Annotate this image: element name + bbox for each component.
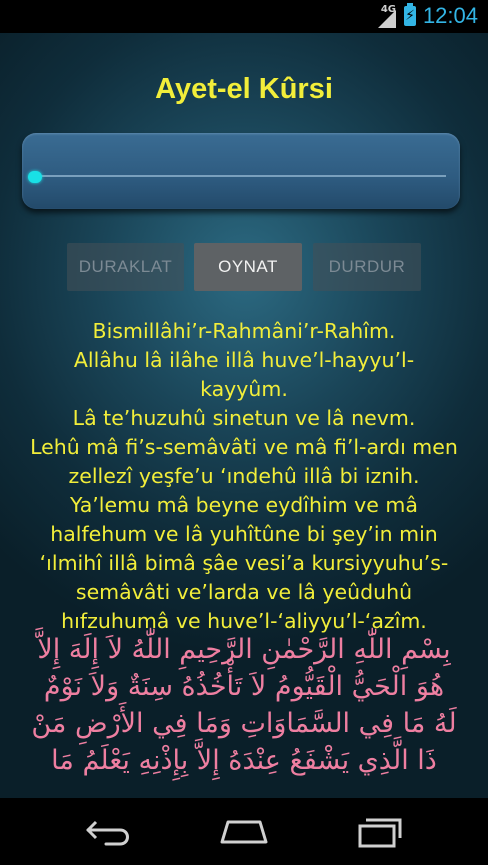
seek-panel — [22, 133, 460, 209]
seek-track[interactable] — [36, 175, 446, 177]
pause-button[interactable]: DURAKLAT — [67, 243, 184, 291]
latin-transliteration: Bismillâhi’r-Rahmâni’r-Rahîm. Allâhu lâ … — [10, 317, 478, 636]
latin-line: ‘ılmihî illâ bimâ şâe vesi’a kursiyyuhu’… — [39, 551, 449, 575]
latin-line: Lehû mâ fi’s-semâvâti ve mâ fi’l-ardı me… — [30, 435, 458, 459]
page-title: Ayet-el Kûrsi — [155, 73, 333, 105]
latin-line: Allâhu lâ ilâhe illâ huve’l-hayyu’l- — [73, 348, 415, 372]
latin-line: Ya’lemu mâ beyne eydîhim ve mâ — [70, 493, 418, 517]
back-button[interactable] — [70, 808, 150, 854]
navigation-bar — [0, 798, 488, 865]
status-time: 12:04 — [422, 3, 478, 28]
home-icon — [220, 820, 268, 844]
status-bar: 4G ⚡ 12:04 — [0, 0, 488, 33]
arabic-line: بِسْمِ اللّٰهِ الرَّحْمٰنِ الرَّحِيمِ ال… — [37, 634, 451, 665]
home-button[interactable] — [204, 808, 284, 854]
latin-line: Bismillâhi’r-Rahmâni’r-Rahîm. — [92, 319, 396, 343]
back-icon — [86, 820, 129, 846]
signal-icon — [378, 10, 396, 28]
recent-apps-button[interactable] — [338, 808, 418, 854]
arabic-text: بِسْمِ اللّٰهِ الرَّحْمٰنِ الرَّحِيمِ ال… — [8, 631, 480, 779]
recent-apps-icon — [358, 818, 402, 848]
seek-thumb[interactable] — [28, 171, 42, 183]
latin-line: kayyûm. — [200, 377, 288, 401]
arabic-line: هُوَ الْحَيُّ الْقَيُّومُ لاَ تَأْخُذُهُ… — [43, 671, 445, 702]
battery-charging-icon: ⚡ — [404, 3, 416, 26]
latin-line: semâvâti ve’larda ve lâ yeûduhû — [75, 580, 413, 604]
arabic-line: ذَا الَّذِي يَشْفَعُ عِنْدَهُ إِلاَّ بِإ… — [51, 745, 437, 776]
latin-line: Lâ te’huzuhû sinetun ve lâ nevm. — [72, 406, 416, 430]
latin-line: halfehum ve lâ yuhîtûne bi şey’in min — [50, 522, 438, 546]
stop-button[interactable]: DURDUR — [313, 243, 421, 291]
arabic-line: لَهُ مَا فِي السَّمَاوَاتِ وَمَا فِي الأ… — [31, 708, 457, 739]
play-button[interactable]: OYNAT — [194, 243, 302, 291]
latin-line: zellezî yeşfe’u ‘ındehû illâ bi iznih. — [68, 464, 420, 488]
app-screen: Ayet-el Kûrsi DURAKLAT OYNAT DURDUR Bism… — [0, 33, 488, 798]
